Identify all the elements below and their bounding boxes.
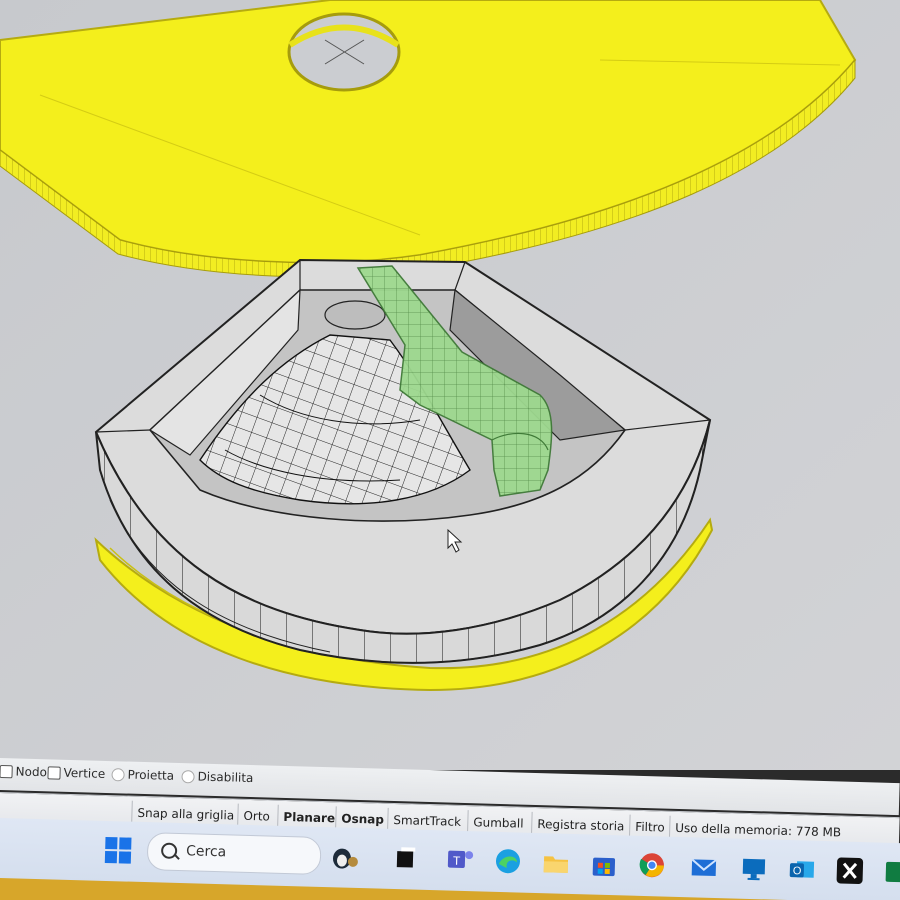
excel-icon[interactable]	[882, 857, 900, 888]
osnap-disabilita[interactable]: Disabilita	[181, 769, 254, 786]
search-icon	[160, 842, 178, 859]
osnap-vertice[interactable]: Vertice	[47, 765, 105, 781]
outlook-icon[interactable]: O	[786, 854, 817, 885]
svg-text:O: O	[793, 865, 802, 877]
osnap-nodo-checkbox[interactable]	[0, 764, 13, 778]
osnap-vertice-label: Vertice	[63, 765, 106, 781]
osnap-proietta[interactable]: Proietta	[111, 767, 174, 783]
remote-desktop-icon[interactable]	[738, 853, 769, 884]
task-view-icon[interactable]	[391, 843, 422, 874]
screen: Nodo Vertice Proietta Disabilita Snap al…	[0, 0, 900, 900]
windows-start-icon[interactable]	[103, 835, 134, 866]
mail-icon[interactable]	[689, 851, 720, 882]
search-placeholder: Cerca	[185, 843, 227, 861]
osnap-proietta-label: Proietta	[127, 767, 175, 783]
store-icon[interactable]	[589, 848, 620, 879]
osnap-nodo-label: Nodo	[15, 764, 48, 780]
taskbar-search[interactable]: Cerca	[146, 832, 322, 875]
edge-icon[interactable]	[493, 846, 524, 877]
chrome-icon[interactable]	[637, 850, 668, 881]
x-app-icon[interactable]	[834, 855, 865, 886]
rhino-viewport[interactable]	[0, 0, 900, 770]
osnap-nodo[interactable]: Nodo	[0, 764, 47, 779]
file-explorer-icon[interactable]	[541, 847, 572, 878]
osnap-vertice-checkbox[interactable]	[47, 765, 61, 780]
penguin-widget-icon[interactable]	[329, 841, 360, 872]
osnap-proietta-checkbox[interactable]	[111, 767, 125, 781]
svg-text:T: T	[453, 854, 461, 868]
teams-icon[interactable]: T	[445, 844, 476, 875]
viewport-canvas	[0, 0, 900, 770]
osnap-disabilita-label: Disabilita	[197, 769, 254, 786]
osnap-disabilita-checkbox[interactable]	[181, 769, 195, 783]
